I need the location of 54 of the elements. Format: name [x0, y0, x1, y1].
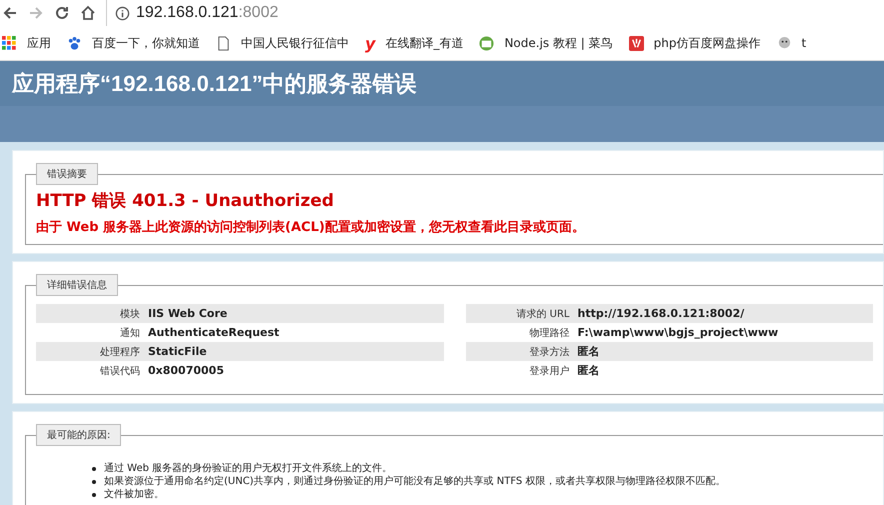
- page-title: 应用程序“192.168.0.121”中的服务器错误: [12, 70, 417, 98]
- detail-value: http://192.168.0.121:8002/: [578, 307, 744, 320]
- bookmark[interactable]: php仿百度网盘操作: [628, 34, 760, 52]
- bookmark-label: 在线翻译_有道: [385, 34, 464, 52]
- home-icon[interactable]: [80, 5, 96, 21]
- document-icon: [216, 36, 231, 50]
- bookmark-label: 中国人民银行征信中: [241, 34, 349, 52]
- back-icon[interactable]: [2, 5, 18, 21]
- section-legend: 错误摘要: [36, 163, 98, 185]
- apps-grid-icon: [2, 36, 17, 50]
- error-message: 由于 Web 服务器上此资源的访问控制列表(ACL)配置或加密设置，您无权查看此目录或页面。: [36, 218, 586, 236]
- detail-label: 通知: [119, 326, 141, 340]
- detail-value: IIS Web Core: [148, 307, 228, 320]
- cause-text: 文件被加密。: [104, 488, 164, 501]
- detail-value: 匿名: [578, 344, 600, 359]
- detail-label: 请求的 URL: [515, 308, 570, 320]
- bullet-icon: [92, 492, 96, 496]
- bookmark-logo: y: [365, 34, 376, 52]
- cause-text: 如果资源位于通用命名约定(UNC)共享内，则通过身份验证的用户可能没有足够的共享或 NTFS 权限，或者共享权限与物理路径权限不匹配。: [104, 475, 726, 488]
- bullet-icon: [92, 466, 96, 470]
- detail-value: F:\wamp\www\bgjs_project\www: [578, 326, 778, 339]
- reload-icon[interactable]: [54, 5, 70, 21]
- detail-value: 0x80070005: [148, 364, 224, 377]
- detail-value: 匿名: [578, 363, 600, 378]
- section-legend: 详细错误信息: [36, 274, 118, 296]
- cause-text: 通过 Web 服务器的身份验证的用户无权打开文件系统上的文件。: [104, 462, 392, 475]
- bookmark[interactable]: y 在线翻译_有道: [365, 34, 464, 52]
- address-port: :8002: [238, 4, 278, 22]
- detail-label: 错误代码: [99, 364, 141, 378]
- bookmark-label: Node.js 教程 | 菜鸟: [504, 34, 613, 52]
- bookmark[interactable]: 中国人民银行征信中: [216, 34, 349, 52]
- detail-value: StaticFile: [148, 345, 207, 358]
- paw-icon: [67, 36, 82, 50]
- mascot-icon: [776, 36, 792, 50]
- bookmark[interactable]: 应用: [2, 34, 51, 52]
- detail-label: 物理路径: [528, 326, 570, 340]
- detail-value: AuthenticateRequest: [148, 326, 280, 339]
- bookmark-label: php仿百度网盘操作: [654, 34, 760, 52]
- bookmark[interactable]: Node.js 教程 | 菜鸟: [479, 34, 613, 52]
- bookmark-label: 应用: [27, 34, 51, 52]
- bullet-icon: [92, 480, 96, 484]
- section-legend: 最可能的原因:: [36, 424, 122, 446]
- address-bar[interactable]: 192.168.0.121:8002: [106, 0, 884, 26]
- detail-label: 登录用户: [528, 364, 570, 378]
- detail-label: 模块: [119, 308, 141, 320]
- bookmark[interactable]: 百度一下，你就知道: [67, 34, 200, 52]
- detail-label: 登录方法: [528, 346, 570, 358]
- detail-label: 处理程序: [99, 346, 141, 358]
- bookmark-label: t: [802, 36, 806, 50]
- bookmark-label: 百度一下，你就知道: [92, 34, 200, 52]
- error-heading: HTTP 错误 401.3 - Unauthorized: [36, 190, 335, 212]
- bookmark[interactable]: t: [776, 36, 806, 50]
- info-icon[interactable]: [115, 6, 130, 20]
- address-host: 192.168.0.121: [136, 4, 238, 22]
